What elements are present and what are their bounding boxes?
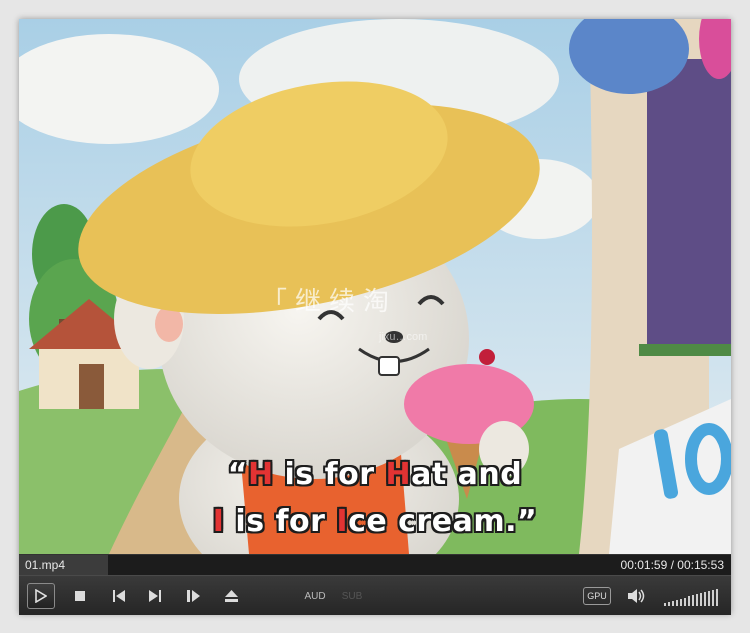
eject-icon	[224, 590, 238, 602]
time-total: 00:15:53	[677, 558, 724, 572]
file-name: 01.mp4	[25, 558, 66, 572]
speaker-icon	[628, 589, 645, 603]
volume-bar	[692, 595, 694, 606]
subtitle-track-button[interactable]: SUB	[341, 585, 363, 607]
frame-step-button[interactable]	[183, 585, 203, 607]
audio-track-button[interactable]: AUD	[303, 585, 327, 607]
subtitle-line-1: “H is for Hat and	[227, 457, 523, 492]
volume-bar	[704, 592, 706, 606]
time-readout: 00:01:59 / 00:15:53	[621, 558, 724, 572]
play-icon	[35, 589, 47, 603]
seek-bar[interactable]: 01.mp4 00:01:59 / 00:15:53	[19, 554, 731, 575]
volume-bar	[684, 597, 686, 606]
volume-bar	[676, 599, 678, 606]
volume-bar	[712, 589, 714, 606]
eject-button[interactable]	[221, 585, 241, 607]
volume-bar	[696, 594, 698, 606]
volume-bar	[664, 603, 666, 606]
time-current: 00:01:59	[620, 558, 668, 572]
control-bar: AUD SUB GPU	[19, 575, 731, 615]
frame-step-icon	[186, 590, 200, 602]
gpu-toggle-button[interactable]: GPU	[583, 587, 611, 605]
time-separator: /	[667, 558, 678, 572]
player-window: 「继续淘 jixu…com “H is for Hat and I is for…	[19, 19, 731, 615]
volume-bar	[668, 601, 670, 606]
skip-previous-icon	[113, 590, 125, 602]
video-area[interactable]: 「继续淘 jixu…com “H is for Hat and I is for…	[19, 19, 731, 554]
next-button[interactable]	[145, 585, 165, 607]
watermark-url: jixu…com	[379, 331, 428, 343]
volume-bar	[708, 590, 710, 606]
play-button[interactable]	[27, 583, 55, 609]
previous-button[interactable]	[109, 585, 129, 607]
volume-bar	[672, 600, 674, 606]
volume-bar	[716, 588, 718, 606]
volume-slider[interactable]	[664, 588, 718, 606]
stop-button[interactable]	[71, 585, 89, 607]
volume-bar	[700, 593, 702, 606]
stop-icon	[75, 591, 85, 601]
volume-bar	[688, 596, 690, 606]
volume-mute-button[interactable]	[627, 585, 647, 607]
volume-bar	[680, 598, 682, 606]
skip-next-icon	[149, 590, 161, 602]
subtitle-line-2: I is for Ice cream.”	[212, 504, 538, 539]
subtitle-overlay: “H is for Hat and I is for Ice cream.”	[19, 451, 731, 545]
watermark: 「继续淘	[261, 287, 398, 317]
